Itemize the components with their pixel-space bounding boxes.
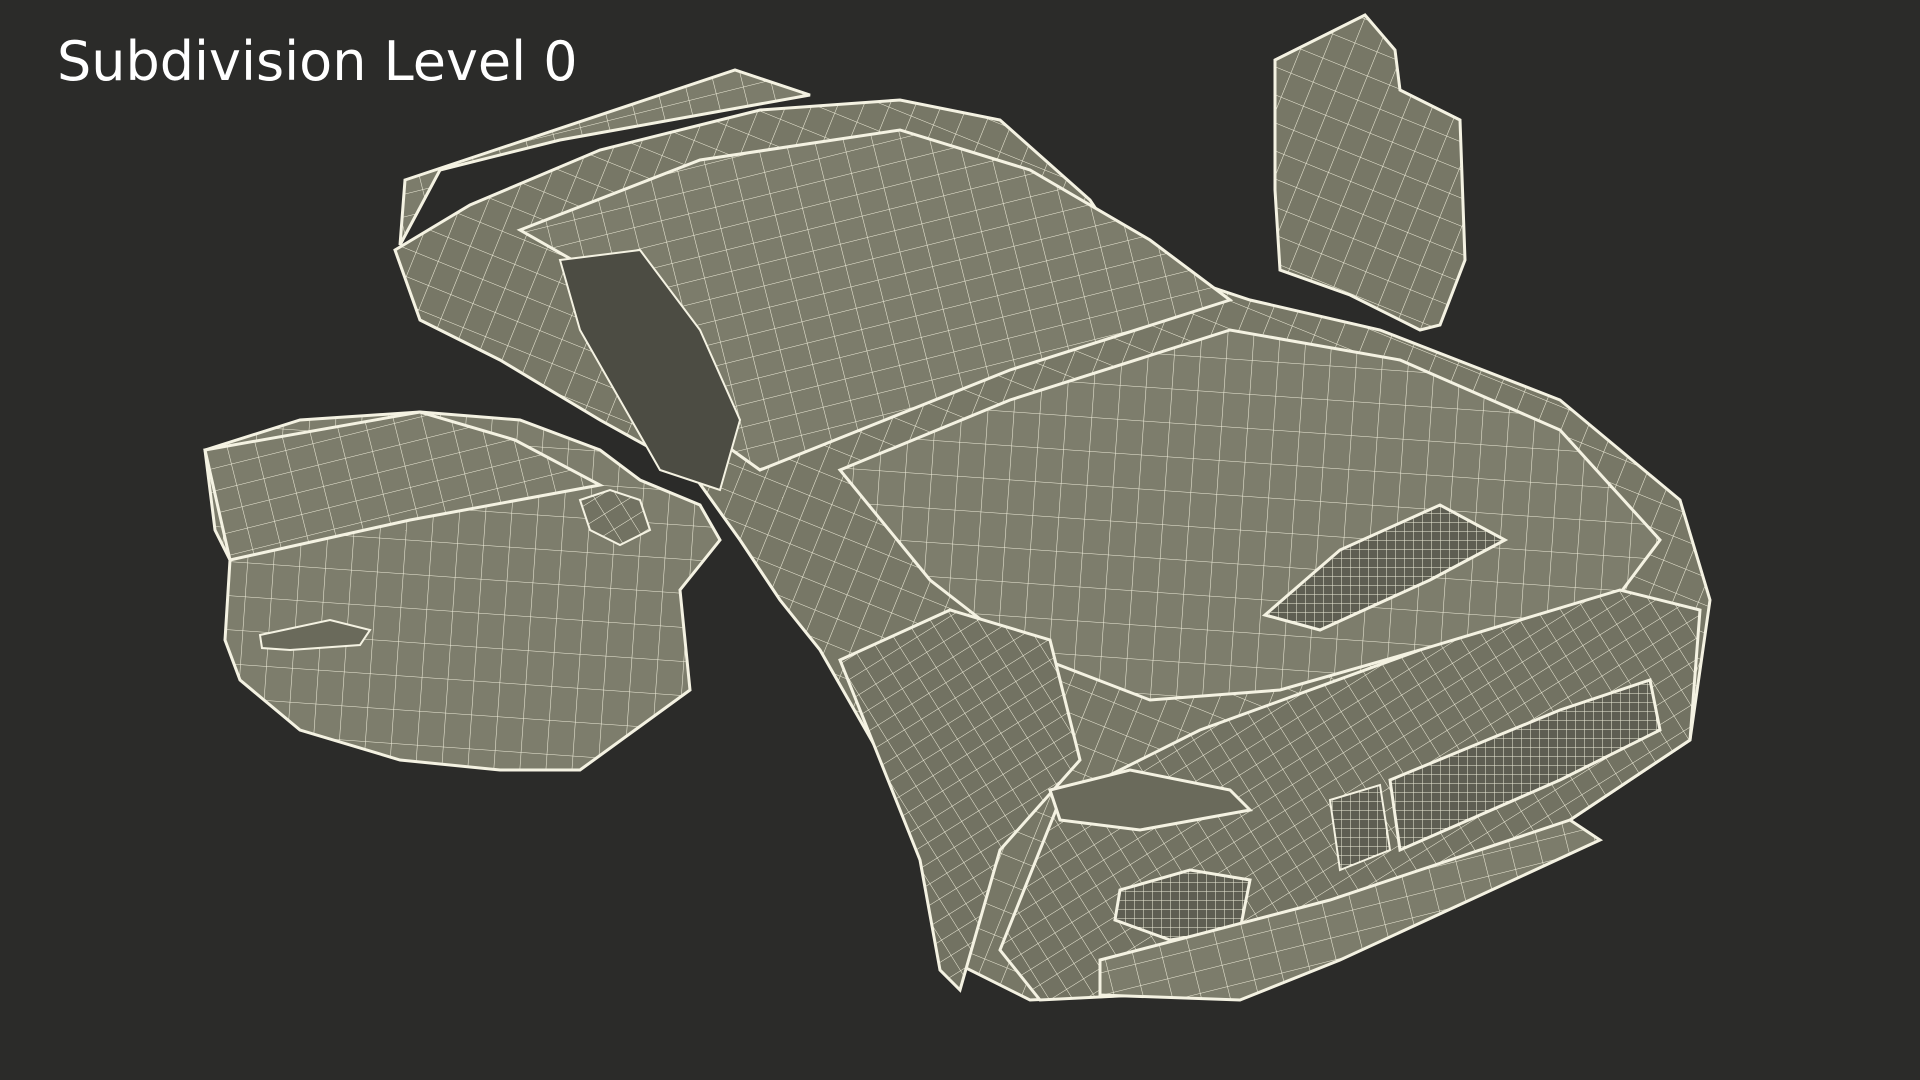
left-door-open [203,410,722,772]
car-wireframe [203,13,1712,1002]
right-door-open [1273,13,1467,332]
render-viewport: Subdivision Level 0 [0,0,1920,1080]
